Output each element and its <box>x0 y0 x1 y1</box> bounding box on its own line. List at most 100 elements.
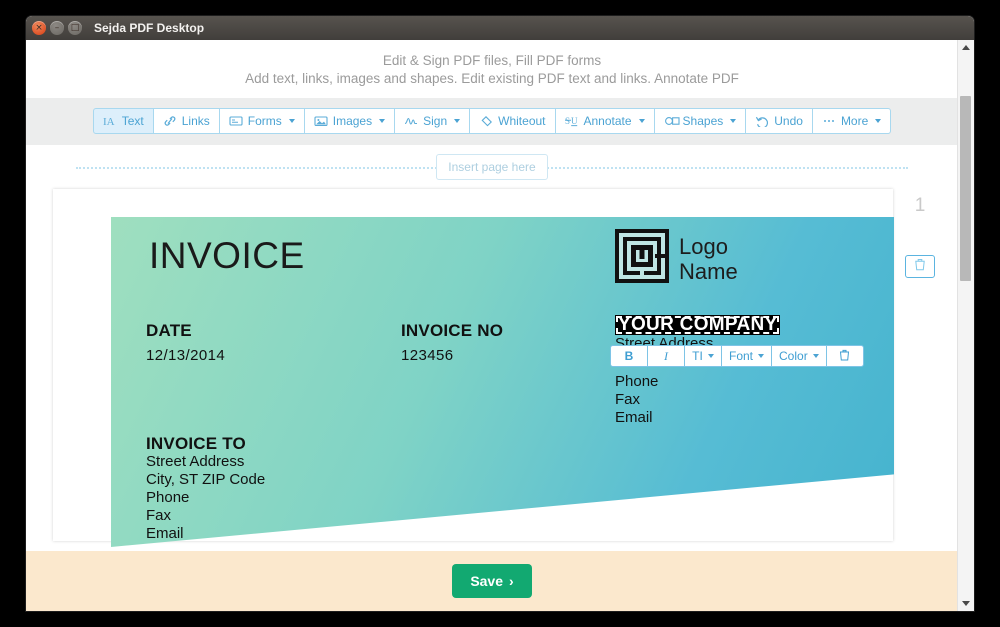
toolbar-button-whiteout[interactable]: Whiteout <box>469 108 556 134</box>
logo-line-1: Logo <box>679 233 728 259</box>
chevron-down-icon <box>707 354 714 358</box>
toolbar-button-more[interactable]: More <box>811 108 892 134</box>
shapes-icon <box>664 115 680 127</box>
invoice-to-line: City, ST ZIP Code <box>146 471 266 488</box>
toolbar-label-text: Text <box>121 114 144 128</box>
save-button[interactable]: Save › <box>452 564 532 598</box>
toolbar-button-shapes[interactable]: Shapes <box>653 108 747 134</box>
toolbar-label-annotate: Annotate <box>583 114 632 128</box>
toolbar-button-undo[interactable]: Undo <box>745 108 813 134</box>
toolbar-label-sign: Sign <box>423 114 448 128</box>
svg-text:IA: IA <box>103 116 115 127</box>
toolbar-button-annotate[interactable]: SU Annotate <box>554 108 655 134</box>
page-area: INVOICE Logo Name DATE 12/13/2014 INVOIC… <box>26 189 958 547</box>
font-family-label: Font <box>729 349 754 363</box>
text-cursor-icon: IA <box>103 115 117 127</box>
invoice-to-line: Phone <box>146 489 190 506</box>
invoice-no-block[interactable]: INVOICE NO 123456 <box>401 321 503 364</box>
invoice-to-block[interactable]: INVOICE TO Street Address City, ST ZIP C… <box>146 435 265 543</box>
toolbar-label-shapes: Shapes <box>682 114 724 128</box>
chevron-down-icon <box>379 119 386 123</box>
toolbar-label-whiteout: Whiteout <box>498 114 546 128</box>
logo-line-2: Name <box>679 258 738 284</box>
chevron-down-icon <box>875 119 882 123</box>
trash-icon <box>914 258 926 276</box>
delete-page-button[interactable] <box>905 255 935 278</box>
toolbar-button-sign[interactable]: Sign <box>394 108 471 134</box>
invoice-graphic: INVOICE Logo Name DATE 12/13/2014 INVOIC… <box>111 217 894 547</box>
toolbar-label-forms: Forms <box>247 114 282 128</box>
invoice-no-label: INVOICE NO <box>401 321 504 340</box>
pdf-page[interactable]: INVOICE Logo Name DATE 12/13/2014 INVOIC… <box>53 189 894 547</box>
logo-name-text: Logo Name <box>679 234 738 284</box>
svg-text:S: S <box>565 116 570 126</box>
page-number: 1 <box>914 195 926 216</box>
chevron-down-icon <box>758 354 765 358</box>
toolbar-button-forms[interactable]: Forms <box>218 108 305 134</box>
app-content: Edit & Sign PDF files, Fill PDF forms Ad… <box>26 40 974 611</box>
chevron-down-icon <box>962 601 970 606</box>
insert-page-row: Insert page here <box>26 145 958 189</box>
invoice-no-value: 123456 <box>401 347 454 364</box>
invoice-title[interactable]: INVOICE <box>149 235 305 277</box>
maximize-icon: □ <box>70 22 80 33</box>
scrollbar-thumb[interactable] <box>960 96 971 281</box>
delete-text-button[interactable] <box>825 345 864 367</box>
text-format-toolbar: B I TI Font Color <box>610 345 864 367</box>
font-color-label: Color <box>779 349 808 363</box>
bold-button[interactable]: B <box>610 345 648 367</box>
vertical-scrollbar[interactable] <box>957 40 974 611</box>
toolbar-label-undo: Undo <box>774 114 803 128</box>
toolbar-container: IA Text Links Forms Images Sign Whiteout… <box>26 98 958 145</box>
toolbar-button-images[interactable]: Images <box>303 108 396 134</box>
company-block[interactable]: YOUR COMPANY Street Address Phone Fax Em… <box>615 315 781 427</box>
invoice-to-label: INVOICE TO <box>146 434 246 453</box>
selected-text-your-company[interactable]: YOUR COMPANY <box>615 315 781 335</box>
maximize-window-button[interactable]: □ <box>68 21 82 35</box>
invoice-to-line: Street Address <box>146 453 245 470</box>
app-window: × – □ Sejda PDF Desktop Edit & Sign PDF … <box>26 16 974 611</box>
eraser-icon <box>479 115 493 127</box>
font-family-button[interactable]: Font <box>721 345 773 367</box>
minimize-icon: – <box>54 22 60 33</box>
date-block[interactable]: DATE 12/13/2014 <box>146 321 225 364</box>
main-toolbar: IA Text Links Forms Images Sign Whiteout… <box>26 108 958 134</box>
chevron-down-icon <box>638 119 645 123</box>
toolbar-label-images: Images <box>332 114 373 128</box>
chevron-down-icon <box>454 119 461 123</box>
strikethrough-underline-icon: SU <box>564 115 579 127</box>
company-line: Email <box>615 409 653 426</box>
link-icon <box>163 115 177 127</box>
company-line: Phone <box>615 373 659 390</box>
toolbar-button-text[interactable]: IA Text <box>92 108 154 134</box>
chevron-right-icon: › <box>509 573 514 589</box>
toolbar-button-links[interactable]: Links <box>152 108 220 134</box>
font-size-button[interactable]: TI <box>684 345 722 367</box>
chevron-down-icon <box>288 119 295 123</box>
title-bar: × – □ Sejda PDF Desktop <box>26 16 974 40</box>
signature-icon <box>404 115 418 127</box>
undo-icon <box>755 115 769 127</box>
chevron-up-icon <box>962 45 970 50</box>
bottom-bar: Save › <box>26 551 958 611</box>
maze-square-logo-icon <box>615 229 669 288</box>
italic-button[interactable]: I <box>647 345 685 367</box>
logo-block[interactable]: Logo Name <box>615 229 738 288</box>
scroll-up-button[interactable] <box>958 40 974 55</box>
scroll-down-button[interactable] <box>958 596 974 611</box>
trash-icon <box>839 349 850 364</box>
close-window-button[interactable]: × <box>32 21 46 35</box>
minimize-window-button[interactable]: – <box>50 21 64 35</box>
chevron-down-icon <box>812 354 819 358</box>
promo-line-1: Edit & Sign PDF files, Fill PDF forms <box>382 53 602 68</box>
promo-line-2: Add text, links, images and shapes. Edit… <box>245 71 739 86</box>
toolbar-label-more: More <box>840 114 869 128</box>
invoice-content: INVOICE Logo Name DATE 12/13/2014 INVOIC… <box>111 217 894 547</box>
font-color-button[interactable]: Color <box>771 345 827 367</box>
insert-page-button[interactable]: Insert page here <box>436 154 548 180</box>
company-line: Fax <box>615 391 641 408</box>
window-title: Sejda PDF Desktop <box>94 21 205 35</box>
toolbar-label-links: Links <box>181 114 210 128</box>
save-label: Save <box>470 573 504 589</box>
svg-text:U: U <box>571 116 578 126</box>
